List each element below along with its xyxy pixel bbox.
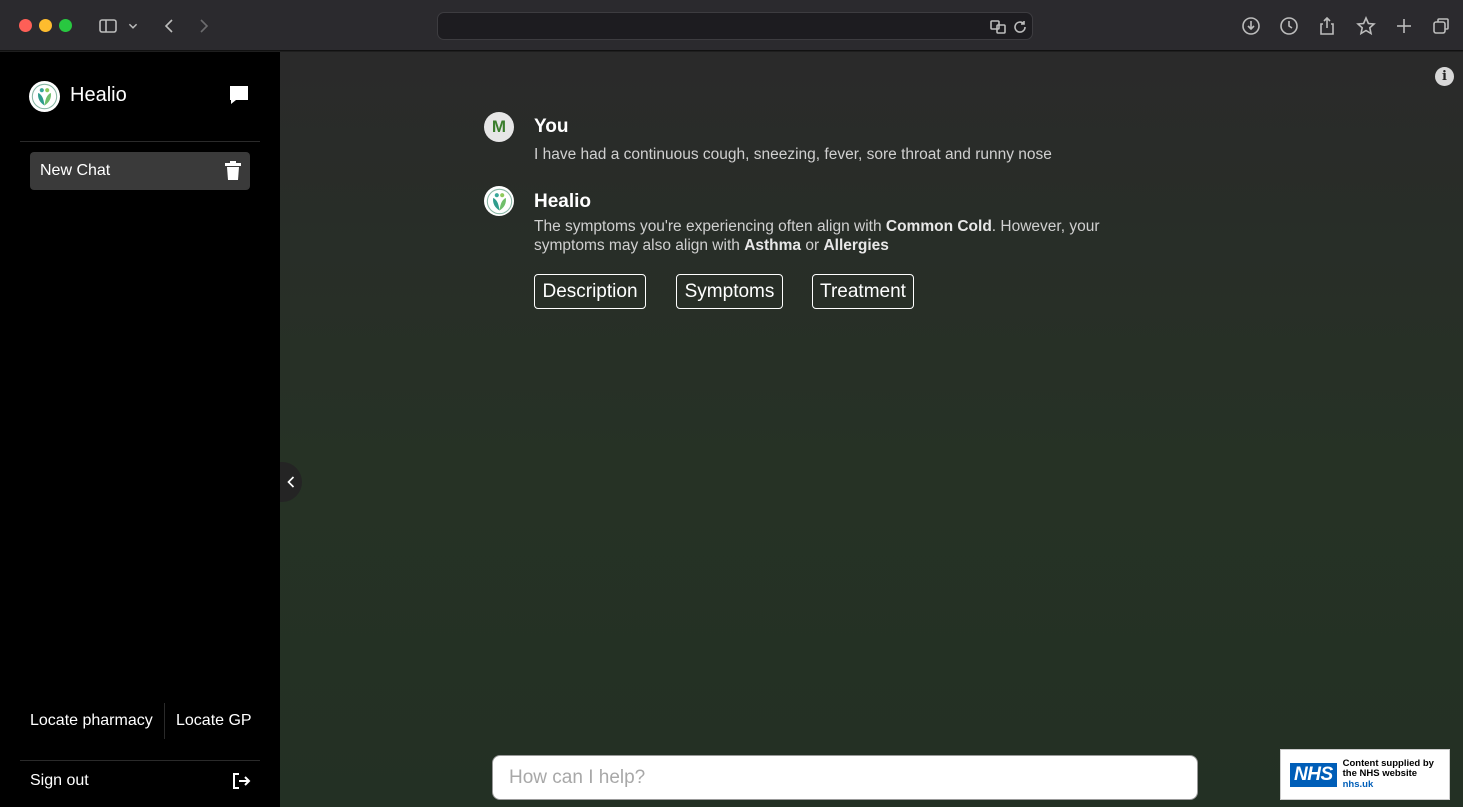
sidebar-divider bbox=[20, 141, 260, 142]
chat-input[interactable] bbox=[492, 755, 1198, 800]
description-button[interactable]: Description bbox=[534, 274, 646, 309]
browser-toolbar bbox=[0, 0, 1463, 51]
user-avatar: M bbox=[484, 112, 514, 142]
address-bar[interactable] bbox=[437, 12, 1033, 40]
chat-list-item[interactable]: New Chat bbox=[30, 152, 250, 190]
user-message: I have had a continuous cough, sneezing,… bbox=[534, 146, 1052, 163]
forward-icon[interactable] bbox=[192, 14, 216, 38]
bot-text: or bbox=[801, 237, 824, 254]
link-divider bbox=[164, 703, 165, 739]
zoom-window-button[interactable] bbox=[59, 19, 72, 32]
sign-out-icon[interactable] bbox=[231, 771, 251, 791]
tabs-overview-icon[interactable] bbox=[1429, 14, 1453, 38]
collapse-sidebar-button[interactable] bbox=[280, 462, 302, 502]
sign-out-button[interactable]: Sign out bbox=[30, 772, 89, 790]
nhs-attribution-badge[interactable]: NHS Content supplied by the NHS website … bbox=[1280, 749, 1450, 800]
nhs-url: nhs.uk bbox=[1342, 778, 1374, 790]
healio-avatar-icon bbox=[484, 186, 514, 216]
sidebar-icon[interactable] bbox=[96, 14, 120, 38]
close-window-button[interactable] bbox=[19, 19, 32, 32]
alt-condition: Asthma bbox=[744, 237, 802, 254]
brand-name: Healio bbox=[70, 84, 127, 106]
sidebar-divider bbox=[20, 760, 260, 761]
new-tab-icon[interactable] bbox=[1392, 14, 1416, 38]
bot-message: The symptoms you're experiencing often a… bbox=[534, 217, 1124, 255]
chevron-down-icon[interactable] bbox=[124, 14, 142, 38]
trash-icon[interactable] bbox=[224, 161, 242, 181]
user-name: You bbox=[534, 116, 569, 137]
bot-name: Healio bbox=[534, 191, 592, 212]
locate-gp-link[interactable]: Locate GP bbox=[176, 712, 252, 730]
chat-area: i M You I have had a continuous cough, s… bbox=[280, 52, 1463, 807]
symptoms-button[interactable]: Symptoms bbox=[676, 274, 783, 309]
healio-logo-icon bbox=[29, 81, 60, 112]
new-chat-icon[interactable] bbox=[228, 84, 250, 106]
sidebar: Healio New Chat Locate pharmacy Locate G… bbox=[0, 52, 280, 807]
back-icon[interactable] bbox=[157, 14, 181, 38]
nhs-logo: NHS bbox=[1290, 762, 1337, 787]
treatment-button[interactable]: Treatment bbox=[812, 274, 914, 309]
alt-condition: Allergies bbox=[823, 237, 889, 254]
nhs-attribution-text: Content supplied by the NHS website nhs.… bbox=[1342, 758, 1434, 791]
locate-pharmacy-link[interactable]: Locate pharmacy bbox=[30, 712, 153, 730]
chat-item-label: New Chat bbox=[40, 162, 111, 179]
history-icon[interactable] bbox=[1277, 14, 1301, 38]
bot-text: The symptoms you're experiencing often a… bbox=[534, 218, 886, 235]
translate-icon[interactable] bbox=[989, 18, 1007, 36]
minimize-window-button[interactable] bbox=[39, 19, 52, 32]
share-icon[interactable] bbox=[1315, 14, 1339, 38]
download-icon[interactable] bbox=[1239, 14, 1263, 38]
reload-icon[interactable] bbox=[1011, 18, 1029, 36]
info-icon[interactable]: i bbox=[1435, 67, 1454, 86]
primary-condition: Common Cold bbox=[885, 218, 992, 235]
bookmark-star-icon[interactable] bbox=[1354, 14, 1378, 38]
